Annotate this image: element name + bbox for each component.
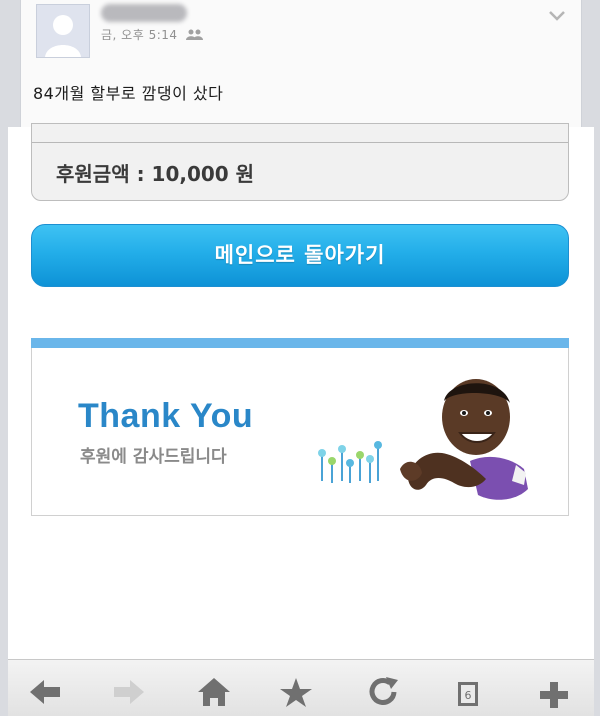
star-icon[interactable]	[276, 668, 316, 708]
banner-title: Thank You	[78, 397, 254, 435]
back-to-main-button[interactable]: 메인으로 돌아가기	[31, 224, 569, 287]
donation-amount: 후원금액 : 10,000 원	[56, 162, 255, 186]
forward-arrow-icon[interactable]	[108, 668, 148, 708]
banner-subtitle: 후원에 감사드립니다	[80, 447, 227, 467]
back-arrow-icon[interactable]	[26, 668, 66, 708]
reload-icon[interactable]	[364, 668, 404, 708]
avatar[interactable]	[36, 4, 90, 58]
donation-amount-box: 후원금액 : 10,000 원	[31, 123, 569, 201]
add-icon[interactable]	[534, 668, 574, 708]
author-name-blurred	[101, 4, 187, 22]
flowers-illustration	[318, 441, 382, 483]
child-photo	[400, 379, 528, 500]
chevron-down-icon[interactable]	[547, 8, 567, 24]
friends-icon	[185, 28, 204, 43]
tab-count: 6	[465, 689, 472, 702]
browser-toolbar: 6	[8, 659, 594, 716]
post-text: 84개월 할부로 깜댕이 샀다	[33, 84, 224, 103]
banner-top-bar	[31, 338, 569, 348]
thank-you-banner: Thank You 후원에 감사드립니다	[31, 338, 569, 516]
tabs-icon[interactable]: 6	[448, 668, 488, 708]
divider	[32, 142, 568, 143]
embedded-mobile-screenshot: 후원금액 : 10,000 원 메인으로 돌아가기 Thank You 후원에 …	[8, 123, 594, 716]
home-icon[interactable]	[194, 668, 234, 708]
avatar-placeholder-icon	[37, 5, 89, 57]
post-time[interactable]: 금, 오후 5:14	[101, 28, 178, 42]
facebook-post: 금, 오후 5:14 84개월 할부로 깜댕이 샀다	[20, 0, 582, 140]
post-meta: 금, 오후 5:14	[101, 26, 204, 43]
